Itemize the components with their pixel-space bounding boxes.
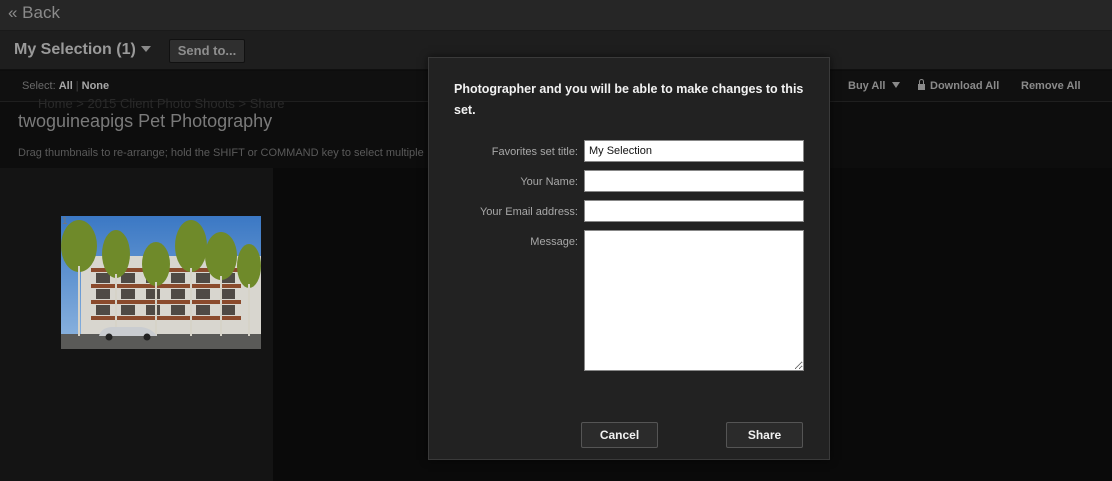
select-separator: | (75, 80, 79, 92)
cancel-button[interactable]: Cancel (581, 422, 658, 448)
remove-all-button[interactable]: Remove All (1021, 80, 1081, 92)
email-field[interactable] (584, 200, 804, 222)
message-textarea[interactable] (584, 230, 804, 371)
download-all-label: Download All (930, 80, 1000, 92)
select-controls: Select: All | None (22, 80, 109, 92)
chevron-down-icon (891, 82, 900, 88)
dialog-message: Photographer and you will be able to mak… (454, 82, 804, 117)
photo-thumbnail[interactable] (61, 216, 261, 349)
download-all-button[interactable]: Download All (918, 79, 1000, 92)
share-dialog: Photographer and you will be able to mak… (428, 57, 830, 460)
arrange-hint: Drag thumbnails to re-arrange; hold the … (18, 147, 424, 159)
buy-all-label: Buy All (848, 80, 886, 92)
your-name-label: Your Name: (520, 176, 578, 188)
thumbnail-index: 1 (62, 216, 68, 227)
email-label: Your Email address: (479, 206, 578, 218)
select-none-link[interactable]: None (82, 80, 110, 92)
selection-title-dropdown[interactable]: My Selection (1) (14, 41, 136, 59)
favorites-title-input[interactable] (584, 140, 804, 162)
message-label: Message: (530, 236, 578, 248)
favorites-title-label: Favorites set title: (491, 146, 578, 158)
breadcrumb[interactable]: Home > 2015 Client Photo Shoots > Share (38, 96, 284, 111)
share-button[interactable]: Share (726, 422, 803, 448)
page-title: twoguineapigs Pet Photography (18, 111, 273, 131)
buy-all-button[interactable]: Buy All (848, 80, 900, 92)
your-name-input[interactable] (584, 170, 804, 192)
send-to-button[interactable]: Send to... (169, 39, 245, 63)
building-photo-image (61, 216, 261, 349)
select-all-link[interactable]: All (59, 80, 73, 92)
select-prefix-label: Select: (22, 80, 56, 92)
top-nav-bar: « Back (0, 0, 1112, 31)
back-link[interactable]: « Back (8, 3, 60, 23)
chevron-down-icon[interactable] (141, 46, 151, 52)
lock-icon (918, 79, 925, 90)
